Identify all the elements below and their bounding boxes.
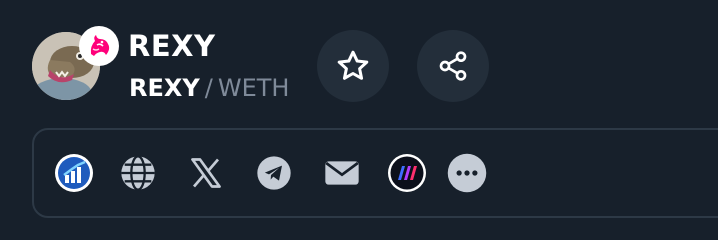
coin-chart-icon xyxy=(55,154,93,192)
watchlist-button[interactable] xyxy=(317,30,389,102)
more-dots-icon xyxy=(447,153,487,193)
dextools-icon xyxy=(388,154,426,192)
dextools-link[interactable] xyxy=(386,152,428,194)
more-links-button[interactable] xyxy=(446,152,488,194)
pair-separator: / xyxy=(204,74,213,102)
telegram-link[interactable] xyxy=(253,152,295,194)
x-twitter-link[interactable] xyxy=(185,152,227,194)
quote-symbol: WETH xyxy=(217,74,290,102)
star-outline-icon xyxy=(337,50,369,80)
email-link[interactable] xyxy=(321,152,363,194)
telegram-icon xyxy=(257,156,291,190)
email-icon xyxy=(325,161,359,185)
share-button[interactable] xyxy=(417,30,489,102)
base-symbol: REXY xyxy=(129,74,200,102)
token-name: REXY xyxy=(128,29,216,63)
globe-icon xyxy=(121,155,155,191)
uniswap-unicorn-icon xyxy=(79,26,119,66)
trading-pair: REXY / WETH xyxy=(129,73,289,103)
website-link[interactable] xyxy=(117,152,159,194)
coin-chart-link[interactable] xyxy=(53,152,95,194)
share-icon xyxy=(439,51,467,81)
token-header: REXY REXY / WETH xyxy=(0,0,718,240)
x-twitter-icon xyxy=(191,158,221,188)
